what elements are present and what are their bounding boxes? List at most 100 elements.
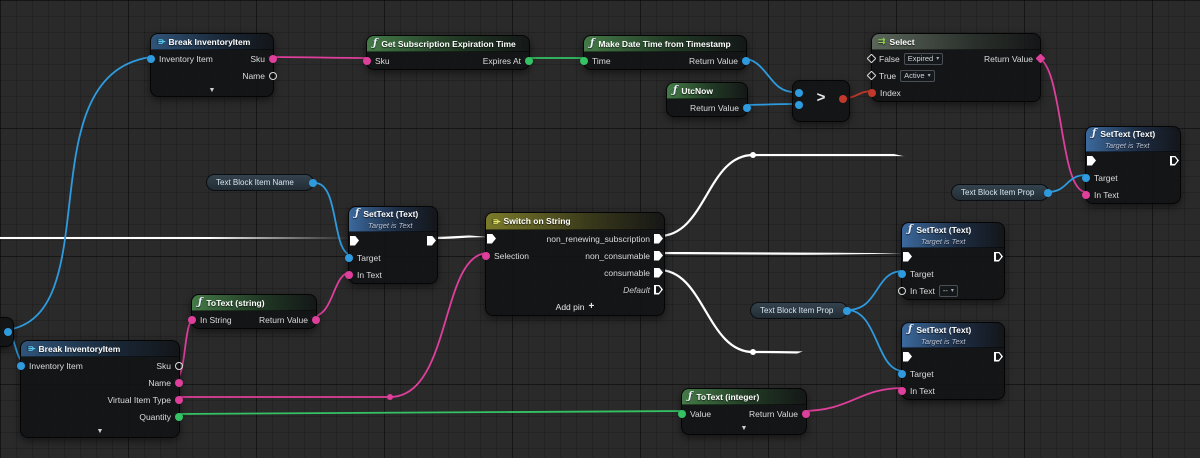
pin-output[interactable] [843,307,851,315]
pin-output[interactable] [1044,189,1052,197]
node-totext-integer[interactable]: ƒ ToText (integer) Value Return Value ▼ [681,388,807,435]
pin-value[interactable] [678,410,686,418]
pin-in-text[interactable] [345,271,353,279]
node-header[interactable]: ƒ SetText (Text) Target is Text [1086,127,1180,152]
pin-return-value[interactable] [312,316,320,324]
node-totext-string[interactable]: ƒ ToText (string) In String Return Value [191,294,317,329]
pin-output[interactable] [309,179,317,187]
wire-exec-case2[interactable] [659,253,903,254]
pin-b[interactable] [795,101,803,109]
pin-quantity[interactable] [175,413,183,421]
node-header[interactable]: ⋔ Break InventoryItem [21,341,179,357]
wire-itemprop-to-target-b[interactable] [847,310,903,371]
reroute-node[interactable] [750,152,756,158]
exec-out-case2-pin[interactable] [654,251,663,261]
wire-sku[interactable] [267,57,369,58]
node-utcnow[interactable]: ƒ UtcNow Return Value [666,82,748,117]
node-make-datetime-from-timestamp[interactable]: ƒ Make Date Time from Timestamp Time Ret… [583,35,747,70]
wire-inventoryitem-top[interactable] [7,57,151,330]
variable-getter-text-block-item-prop[interactable]: Text Block Item Prop [750,302,848,319]
pin-in-string[interactable] [188,316,196,324]
wire-quantity-to-totextint[interactable] [174,411,686,414]
pin-expires-at[interactable] [525,57,533,65]
pin-in-text[interactable] [1082,191,1090,199]
node-header[interactable]: ƒ SetText (Text) Target is Text [349,207,437,232]
pin-in-text[interactable] [898,387,906,395]
exec-in-pin[interactable] [903,352,912,362]
node-header[interactable]: ƒ Make Date Time from Timestamp [584,36,746,52]
node-break-inventoryitem-top[interactable]: ⋔ Break InventoryItem Inventory Item Sku… [150,33,274,97]
node-settext-prop-b[interactable]: ƒ SetText (Text) Target is Text Target I… [901,322,1005,400]
pin-return-value[interactable] [802,410,810,418]
node-settext-top-right[interactable]: ƒ SetText (Text) Target is Text Target I… [1085,126,1181,204]
pin-return-value[interactable] [743,104,751,112]
exec-in-pin[interactable] [350,236,359,246]
pin-inventory-item[interactable] [17,362,25,370]
pin-sku[interactable] [363,57,371,65]
collapse-chevron-icon[interactable]: ▼ [682,422,806,434]
pin-output[interactable] [4,328,12,336]
node-greater-than[interactable]: > [792,80,850,122]
node-header[interactable]: ƒ Get Subscription Expiration Time [367,36,529,52]
reroute-node[interactable] [387,394,393,400]
false-value-dropdown[interactable]: Expired▾ [904,53,943,65]
node-select[interactable]: ⇉ Select False Expired▾ Return Value Tru… [871,33,1041,102]
pin-in-text[interactable] [898,287,906,295]
exec-in-pin[interactable] [487,234,496,244]
node-header[interactable]: ⇉ Select [872,34,1040,50]
pin-name[interactable] [269,72,277,80]
wire-exec-settext-to-switch[interactable] [432,236,488,238]
exec-out-case3-pin[interactable] [654,268,663,278]
pin-target[interactable] [345,254,353,262]
node-header[interactable]: ⋔ Break InventoryItem [151,34,273,50]
node-switch-on-string[interactable]: ⋔ Switch on String non_renewing_subscrip… [485,212,665,316]
exec-in-pin[interactable] [903,252,912,262]
exec-out-pin[interactable] [427,236,436,246]
wire-itemprop-to-target-a[interactable] [847,271,903,310]
pin-target[interactable] [1082,174,1090,182]
exec-out-case1-pin[interactable] [654,234,663,244]
wire-select-to-intext[interactable] [1035,57,1086,192]
node-break-inventoryitem-bottom[interactable]: ⋔ Break InventoryItem Inventory Item Sku… [20,340,180,438]
pin-true[interactable] [867,71,877,81]
pin-sku[interactable] [269,55,277,63]
node-header[interactable]: ƒ ToText (integer) [682,389,806,405]
node-header[interactable]: ƒ UtcNow [667,83,747,99]
exec-out-pin[interactable] [994,252,1003,262]
pin-target[interactable] [898,270,906,278]
node-header[interactable]: ƒ SetText (Text) Target is Text [902,323,1004,348]
wire-totextint-to-intext[interactable] [801,388,903,411]
node-get-subscription-expiration-time[interactable]: ƒ Get Subscription Expiration Time Sku E… [366,35,530,70]
blueprint-graph[interactable]: ⋔ Break InventoryItem Inventory Item Sku… [0,0,1200,458]
node-header[interactable]: ƒ SetText (Text) Target is Text [902,223,1004,248]
pin-inventory-item[interactable] [147,55,155,63]
collapse-chevron-icon[interactable]: ▼ [151,84,273,96]
node-header[interactable]: ƒ ToText (string) [192,295,316,311]
pin-selection[interactable] [482,252,490,260]
node-header[interactable]: ⋔ Switch on String [486,213,664,230]
pin-name[interactable] [175,379,183,387]
add-pin-button[interactable]: Add pin + [486,298,664,315]
pin-target[interactable] [898,370,906,378]
partial-node[interactable] [0,317,14,347]
exec-out-default-pin[interactable] [654,285,663,295]
pin-result[interactable] [839,95,847,103]
in-text-value-box[interactable]: --▾ [939,285,958,297]
wire-itemprop-to-target-top[interactable] [1048,175,1086,192]
exec-out-pin[interactable] [1170,156,1179,166]
pin-sku[interactable] [175,362,183,370]
pin-return-value[interactable] [742,57,750,65]
pin-index[interactable] [868,89,876,97]
reroute-node[interactable] [750,349,756,355]
pin-false[interactable] [867,54,877,64]
pin-a[interactable] [795,89,803,97]
variable-getter-text-block-item-name[interactable]: Text Block Item Name [206,174,314,191]
wire-itemname-to-target[interactable] [315,183,352,255]
pin-time[interactable] [580,57,588,65]
node-settext-name[interactable]: ƒ SetText (Text) Target is Text Target I… [348,206,438,284]
collapse-chevron-icon[interactable]: ▼ [21,425,179,437]
pin-return-value[interactable] [1036,54,1046,64]
variable-getter-text-block-item-prop[interactable]: Text Block Item Prop [951,184,1049,201]
true-value-dropdown[interactable]: Active▾ [900,70,934,82]
exec-out-pin[interactable] [994,352,1003,362]
